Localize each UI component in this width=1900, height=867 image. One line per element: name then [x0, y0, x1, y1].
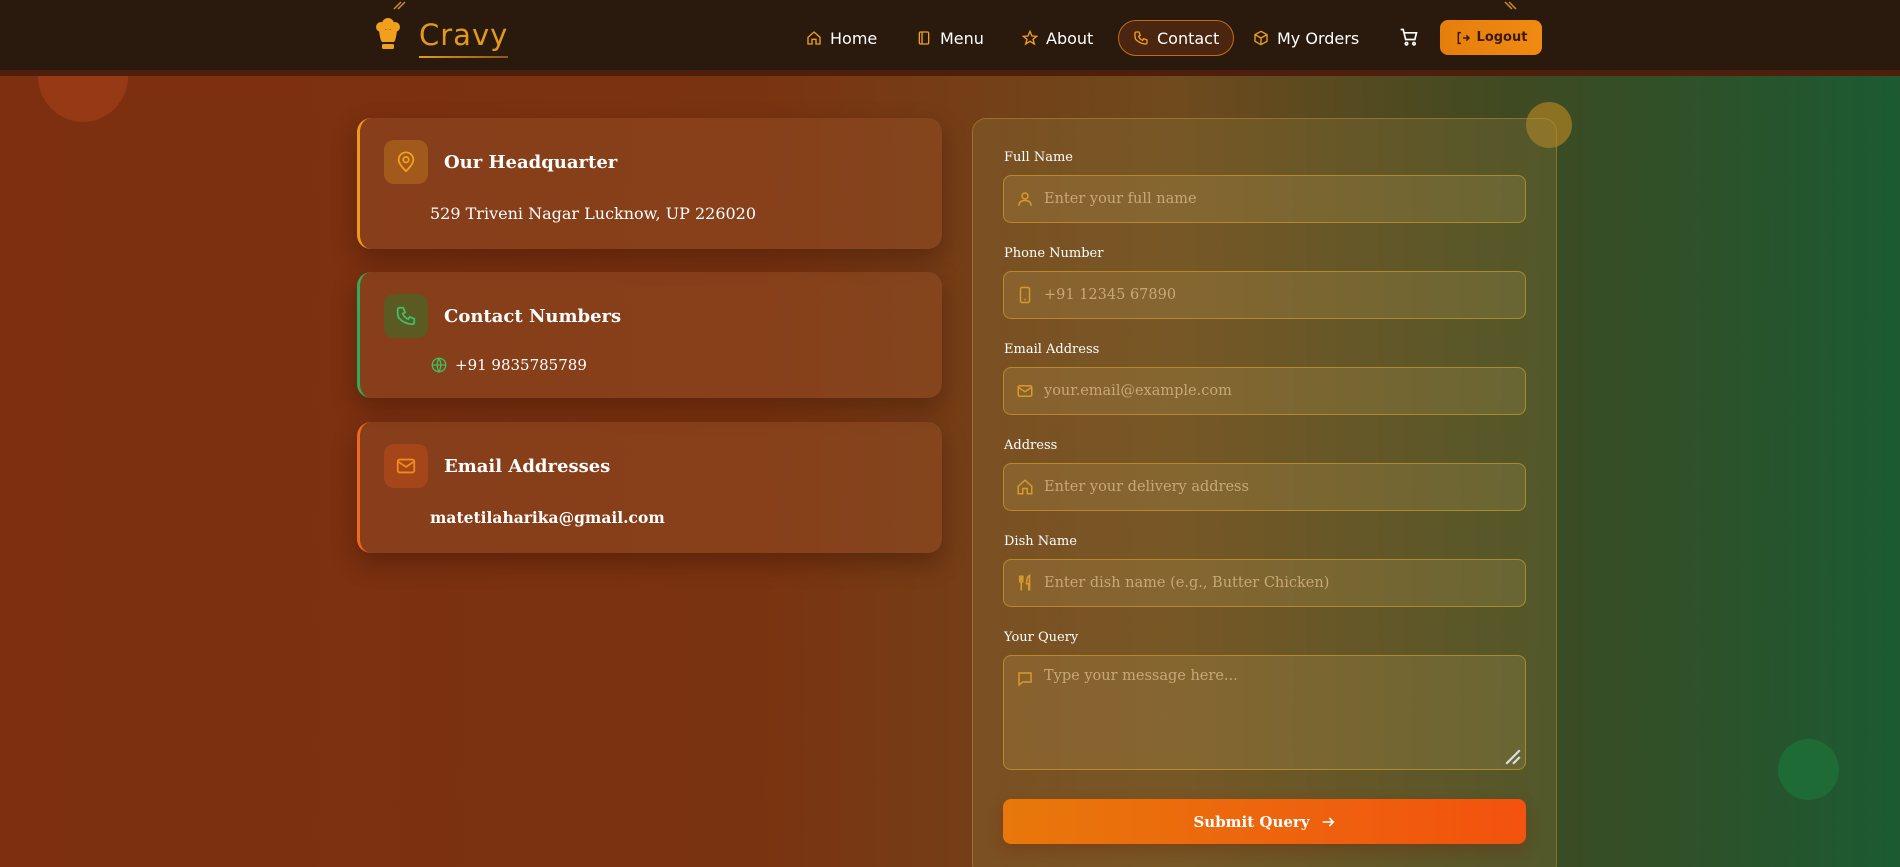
contact-number-row[interactable]: +91 9835785789 — [430, 356, 587, 374]
brand-logo[interactable]: Cravy — [374, 18, 509, 58]
phone-icon — [1134, 31, 1148, 45]
address-input[interactable] — [1044, 479, 1514, 495]
nav-contact[interactable]: Contact — [1118, 20, 1235, 56]
phone-number-label: Phone Number — [1004, 246, 1104, 261]
contact-numbers-card: Contact Numbers +91 9835785789 — [357, 272, 942, 398]
dish-name-label: Dish Name — [1004, 534, 1077, 549]
submit-query-button[interactable]: Submit Query — [1003, 799, 1526, 844]
globe-icon — [431, 357, 447, 374]
package-icon — [1254, 30, 1268, 46]
nav-home[interactable]: Home — [806, 20, 877, 56]
nav-contact-label: Contact — [1157, 28, 1220, 48]
dish-name-field-wrapper — [1003, 559, 1526, 607]
decorative-sparkle-icon — [1504, 1, 1517, 10]
logout-button[interactable]: Logout — [1440, 20, 1542, 55]
phone-icon — [396, 306, 416, 326]
nav-my-orders[interactable]: My Orders — [1253, 20, 1359, 56]
address-field-wrapper — [1003, 463, 1526, 511]
chef-hat-icon — [376, 18, 400, 49]
full-name-input[interactable] — [1044, 191, 1514, 207]
email-address-label: Email Address — [1004, 342, 1100, 357]
logout-icon — [1457, 31, 1470, 44]
email-addresses-card: Email Addresses matetilaharika@gmail.com — [357, 422, 942, 553]
user-icon — [1018, 192, 1032, 206]
map-pin-icon — [397, 151, 415, 173]
location-icon-box — [384, 140, 428, 184]
nav-home-label: Home — [830, 28, 878, 48]
logout-label: Logout — [1476, 30, 1528, 45]
email-address-text[interactable]: matetilaharika@gmail.com — [430, 508, 665, 527]
mail-icon — [1017, 385, 1033, 397]
submit-query-label: Submit Query — [1193, 812, 1310, 831]
dish-name-input[interactable] — [1044, 575, 1514, 591]
utensils-icon — [1018, 574, 1031, 591]
nav-about-label: About — [1046, 28, 1094, 48]
full-name-field-wrapper — [1003, 175, 1526, 223]
resize-handle-icon[interactable] — [1504, 748, 1522, 766]
full-name-label: Full Name — [1004, 150, 1073, 165]
cart-icon[interactable] — [1399, 27, 1419, 47]
nav-my-orders-label: My Orders — [1277, 28, 1360, 48]
phone-number-field-wrapper — [1003, 271, 1526, 319]
decorative-circle — [1778, 739, 1839, 800]
decorative-sparkle-icon — [393, 1, 406, 10]
address-label: Address — [1004, 438, 1058, 453]
your-query-field-wrapper — [1003, 655, 1526, 770]
home-icon — [807, 31, 821, 45]
brand-name: Cravy — [419, 18, 509, 58]
contact-number-text: +91 9835785789 — [455, 356, 587, 374]
arrow-right-icon — [1322, 816, 1335, 827]
mail-icon — [396, 458, 416, 474]
nav-menu-label: Menu — [940, 28, 984, 48]
book-icon — [918, 31, 930, 45]
navbar: Cravy Home Menu About Contact My Orders … — [0, 0, 1900, 76]
mail-icon-box — [384, 444, 428, 488]
nav-about[interactable]: About — [1022, 20, 1093, 56]
contact-numbers-title: Contact Numbers — [444, 306, 622, 327]
phone-icon-box — [384, 294, 428, 338]
headquarter-card: Our Headquarter 529 Triveni Nagar Luckno… — [357, 118, 942, 249]
star-icon — [1022, 30, 1038, 46]
email-addresses-title: Email Addresses — [444, 456, 611, 477]
email-address-field-wrapper — [1003, 367, 1526, 415]
message-icon — [1018, 672, 1032, 687]
headquarter-address: 529 Triveni Nagar Lucknow, UP 226020 — [430, 204, 757, 223]
home-icon — [1017, 479, 1033, 495]
smartphone-icon — [1019, 286, 1031, 304]
headquarter-title: Our Headquarter — [444, 152, 618, 173]
email-address-input[interactable] — [1044, 383, 1514, 399]
nav-menu[interactable]: Menu — [916, 20, 984, 56]
phone-number-input[interactable] — [1044, 287, 1514, 303]
your-query-label: Your Query — [1004, 630, 1079, 645]
query-form: Full Name Phone Number Email Address Add… — [972, 118, 1557, 867]
your-query-textarea[interactable] — [1044, 668, 1514, 763]
